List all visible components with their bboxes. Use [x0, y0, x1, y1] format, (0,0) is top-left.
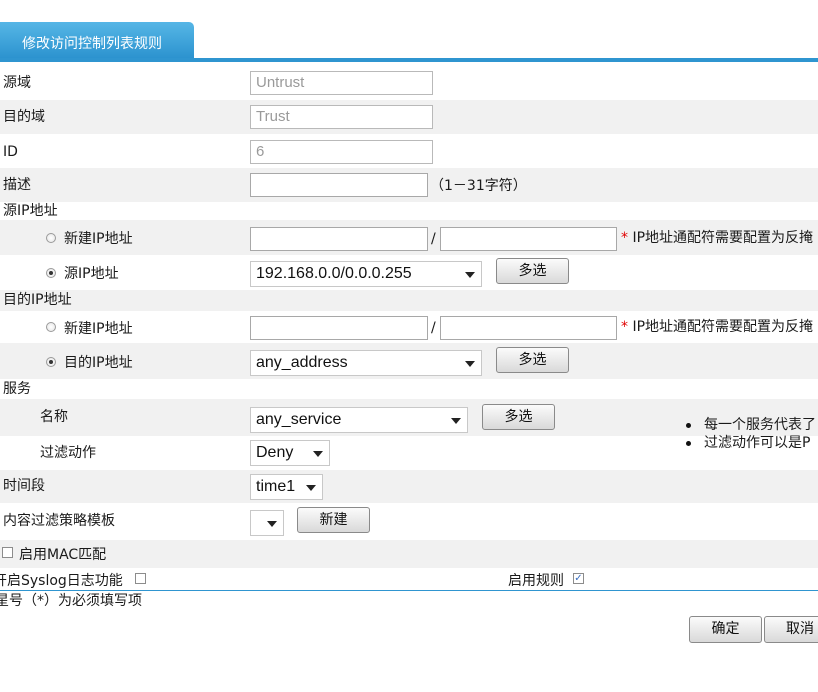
id-field: 6 — [250, 140, 433, 164]
dst-ip-select-radio[interactable] — [46, 357, 56, 367]
dst-ip-select-label: 目的IP地址 — [64, 355, 133, 371]
dst-ip-separator: / — [431, 320, 436, 336]
dst-ip-note: * IP地址通配符需要配置为反掩 — [621, 318, 818, 336]
tab-edit-acl-rule[interactable]: 修改访问控制列表规则 — [0, 22, 194, 58]
chevron-down-icon — [313, 451, 323, 457]
dst-ip-wildcard-input[interactable] — [440, 316, 617, 340]
dst-ip-new-radio[interactable] — [46, 322, 56, 332]
enable-rule-label: 启用规则 — [508, 573, 564, 589]
dst-ip-address-input[interactable] — [250, 316, 428, 340]
service-dropdown-value: any_service — [256, 411, 342, 428]
content-filter-label: 内容过滤策略模板 — [3, 513, 115, 529]
service-section: 服务 — [3, 381, 31, 397]
desc-label: 描述 — [3, 177, 31, 193]
dst-ip-note-text: IP地址通配符需要配置为反掩 — [632, 319, 814, 335]
dst-zone-field: Trust — [250, 105, 433, 129]
bullet-icon — [686, 441, 691, 446]
src-ip-select-radio[interactable] — [46, 268, 56, 278]
desc-input[interactable] — [250, 173, 428, 197]
mac-checkbox[interactable] — [2, 547, 13, 558]
src-ip-address-input[interactable] — [250, 227, 428, 251]
syslog-checkbox[interactable] — [135, 573, 146, 584]
row-bg — [0, 540, 818, 568]
time-dropdown-value: time1 — [256, 478, 296, 495]
src-ip-note: * IP地址通配符需要配置为反掩 — [621, 229, 818, 247]
enable-rule-checkbox[interactable]: ✓ — [573, 573, 584, 584]
row-bg — [0, 290, 818, 311]
bullet-icon — [686, 423, 691, 428]
cancel-button[interactable]: 取消 — [764, 616, 818, 643]
src-ip-separator: / — [431, 231, 436, 247]
src-ip-note-text: IP地址通配符需要配置为反掩 — [632, 230, 814, 246]
service-tip: 每一个服务代表了 — [704, 417, 816, 433]
action-dropdown[interactable]: Deny — [250, 440, 330, 466]
required-star: * — [621, 230, 628, 246]
src-zone-field: Untrust — [250, 71, 433, 95]
chevron-down-icon — [267, 521, 277, 527]
content-filter-new-button[interactable]: 新建 — [297, 507, 370, 533]
dst-ip-dropdown[interactable]: any_address — [250, 350, 482, 376]
src-ip-new-radio[interactable] — [46, 233, 56, 243]
time-label: 时间段 — [3, 478, 45, 494]
action-tip: 过滤动作可以是P — [704, 435, 811, 451]
content-filter-dropdown[interactable] — [250, 510, 284, 536]
service-name-label: 名称 — [40, 409, 68, 425]
row-bg — [0, 470, 818, 503]
chevron-down-icon — [465, 272, 475, 278]
syslog-label: 开启Syslog日志功能 — [0, 573, 123, 589]
dst-ip-new-label: 新建IP地址 — [64, 321, 133, 337]
required-star: * — [621, 319, 628, 335]
src-ip-new-label: 新建IP地址 — [64, 231, 133, 247]
chevron-down-icon — [465, 361, 475, 367]
divider — [0, 590, 818, 591]
src-ip-dropdown[interactable]: 192.168.0.0/0.0.0.255 — [250, 261, 482, 287]
action-dropdown-value: Deny — [256, 444, 294, 461]
time-dropdown[interactable]: time1 — [250, 474, 323, 500]
src-ip-dropdown-value: 192.168.0.0/0.0.0.255 — [256, 265, 412, 282]
dst-ip-dropdown-value: any_address — [256, 354, 348, 371]
id-label: ID — [3, 144, 18, 160]
src-ip-wildcard-input[interactable] — [440, 227, 617, 251]
src-ip-select-label: 源IP地址 — [64, 266, 119, 282]
chevron-down-icon — [451, 418, 461, 424]
dst-ip-section: 目的IP地址 — [3, 292, 72, 308]
chevron-down-icon — [306, 485, 316, 491]
src-ip-section: 源IP地址 — [3, 203, 58, 219]
confirm-button[interactable]: 确定 — [689, 616, 762, 643]
action-label: 过滤动作 — [40, 445, 96, 461]
required-footnote: 星号（*）为必须填写项 — [0, 593, 142, 609]
src-zone-label: 源域 — [3, 75, 31, 91]
service-multi-button[interactable]: 多选 — [482, 404, 555, 430]
desc-hint: （1－31字符） — [430, 178, 527, 194]
dst-ip-multi-button[interactable]: 多选 — [496, 347, 569, 373]
src-ip-multi-button[interactable]: 多选 — [496, 258, 569, 284]
dst-zone-label: 目的域 — [3, 109, 45, 125]
mac-label: 启用MAC匹配 — [19, 547, 107, 563]
service-dropdown[interactable]: any_service — [250, 407, 468, 433]
tab-underline — [0, 58, 818, 62]
